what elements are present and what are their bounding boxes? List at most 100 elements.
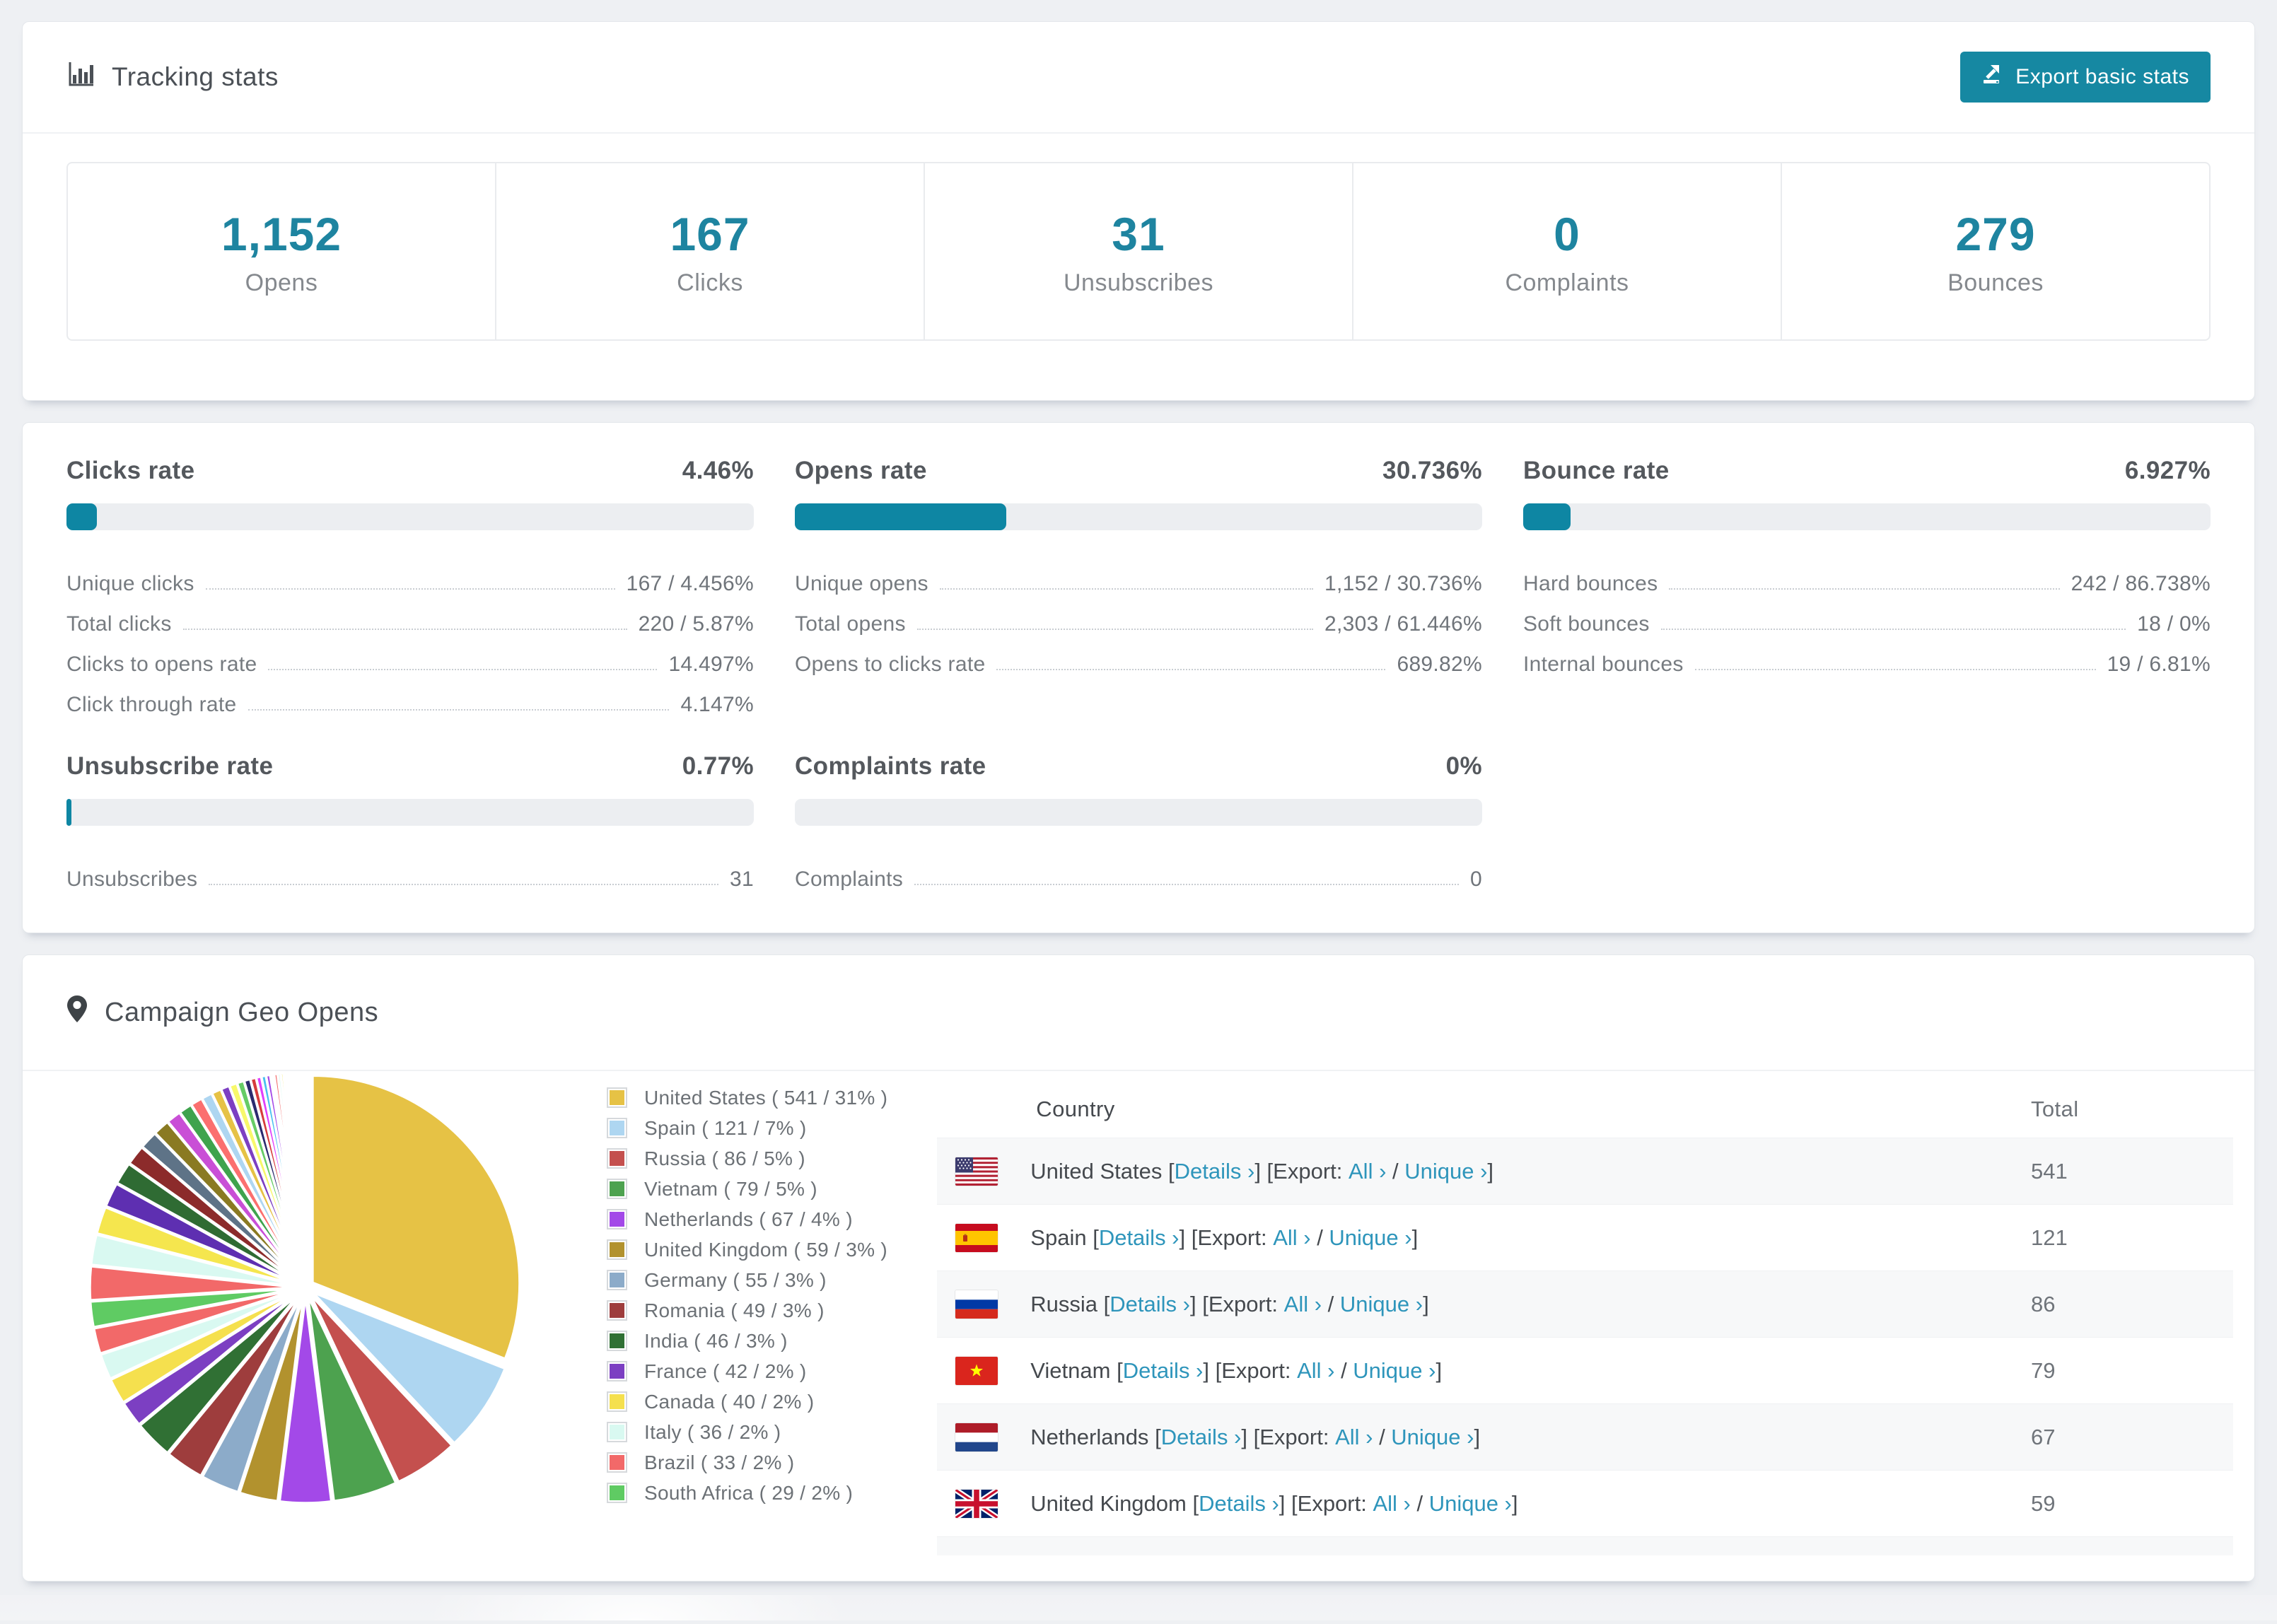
export-all-link[interactable]: All › xyxy=(1284,1292,1322,1317)
legend-swatch xyxy=(607,1391,627,1412)
bracket: ] xyxy=(1423,1291,1429,1316)
dotted-leader xyxy=(914,884,1459,885)
country-name: Russia xyxy=(1030,1291,1104,1316)
export-icon xyxy=(1981,63,2004,91)
legend-label: Russia ( 86 / 5% ) xyxy=(644,1147,805,1169)
details-link[interactable]: Details › xyxy=(1199,1491,1279,1517)
bracket: [ xyxy=(1093,1225,1099,1250)
rate-row-label: Unique clicks xyxy=(66,572,194,595)
rate-row: Soft bounces 18 / 0% xyxy=(1523,596,2211,636)
rate-progress-bar xyxy=(1523,503,2211,530)
geo-pie-chart xyxy=(88,1070,522,1507)
dotted-leader xyxy=(916,629,1313,630)
rate-title-row: Clicks rate 4.46% xyxy=(66,457,754,485)
export-label: Export: xyxy=(1197,1225,1274,1250)
legend-swatch-color xyxy=(610,1273,624,1287)
rate-row-value: 31 xyxy=(730,868,754,891)
export-unique-link[interactable]: Unique › xyxy=(1340,1292,1423,1317)
summary-stat-label: Opens xyxy=(245,269,318,296)
flag-es-icon xyxy=(955,1223,998,1252)
legend-swatch-color xyxy=(610,1303,624,1318)
export-button-label: Export basic stats xyxy=(2015,65,2189,88)
legend-swatch-color xyxy=(610,1455,624,1470)
rate-row: Internal bounces 19 / 6.81% xyxy=(1523,636,2211,677)
dotted-leader xyxy=(939,588,1313,590)
rates-card: Clicks rate 4.46% Unique clicks 167 / 4.456… xyxy=(22,422,2255,933)
legend-swatch xyxy=(607,1179,627,1199)
export-unique-link[interactable]: Unique › xyxy=(1429,1491,1512,1517)
legend-swatch xyxy=(607,1483,627,1503)
geo-table-total-cell: 541 xyxy=(2031,1158,2068,1184)
geo-table-country-cell: Spain [Details ›] [Export: All › / Uniqu… xyxy=(937,1223,2031,1252)
details-link[interactable]: Details › xyxy=(1161,1425,1242,1450)
rate-row: Unsubscribes 31 xyxy=(66,851,754,892)
geo-opens-header: Campaign Geo Opens xyxy=(23,955,2254,1071)
legend-swatch-color xyxy=(610,1212,624,1227)
details-link[interactable]: Details › xyxy=(1123,1358,1204,1384)
legend-swatch xyxy=(607,1209,627,1229)
export-unique-link[interactable]: Unique › xyxy=(1391,1425,1474,1450)
details-link[interactable]: Details › xyxy=(1099,1225,1180,1251)
export-all-link[interactable]: All › xyxy=(1335,1425,1373,1450)
rate-progress-fill xyxy=(795,503,1006,530)
export-all-link[interactable]: All › xyxy=(1297,1358,1334,1384)
tracking-stats-card: Tracking stats Export basic stats 1,152 O… xyxy=(22,21,2255,401)
rate-row-label: Click through rate xyxy=(66,693,237,716)
tracking-stats-title: Tracking stats xyxy=(66,60,279,95)
export-basic-stats-button[interactable]: Export basic stats xyxy=(1960,52,2211,103)
bracket: ] xyxy=(1474,1424,1481,1449)
dotted-leader xyxy=(209,884,719,885)
dotted-leader xyxy=(268,669,658,670)
summary-stat-value: 279 xyxy=(1955,208,2036,260)
legend-item-romania: Romania ( 49 / 3% ) xyxy=(607,1295,887,1326)
export-unique-link[interactable]: Unique › xyxy=(1404,1159,1487,1184)
legend-label: Brazil ( 33 / 2% ) xyxy=(644,1451,795,1473)
rate-title-row: Opens rate 30.736% xyxy=(795,457,1482,485)
rate-row-label: Internal bounces xyxy=(1523,653,1684,676)
rate-row-label: Hard bounces xyxy=(1523,572,1658,595)
legend-swatch-color xyxy=(610,1394,624,1409)
export-unique-link[interactable]: Unique › xyxy=(1329,1225,1411,1251)
legend-swatch xyxy=(607,1118,627,1138)
export-unique-link[interactable]: Unique › xyxy=(1353,1358,1436,1384)
legend-label: Italy ( 36 / 2% ) xyxy=(644,1420,781,1443)
rate-row-label: Unsubscribes xyxy=(66,868,198,891)
bracket: ] [ xyxy=(1241,1424,1260,1449)
legend-swatch xyxy=(607,1331,627,1351)
legend-item-united-kingdom: United Kingdom ( 59 / 3% ) xyxy=(607,1234,887,1265)
geo-opens-card: Campaign Geo Opens United States ( 541 /… xyxy=(22,954,2255,1582)
country-name: United Kingdom xyxy=(1030,1490,1193,1516)
geo-table-row-us: United States [Details ›] [Export: All ›… xyxy=(937,1138,2233,1204)
export-all-link[interactable]: All › xyxy=(1273,1225,1310,1251)
bracket: ] [ xyxy=(1179,1225,1198,1250)
rate-row: Total opens 2,303 / 61.446% xyxy=(795,596,1482,636)
geo-table-row-vn: Vietnam [Details ›] [Export: All › / Uni… xyxy=(937,1337,2233,1403)
slash: / xyxy=(1386,1158,1405,1184)
geo-table-total-cell: 121 xyxy=(2031,1225,2068,1250)
legend-label: India ( 46 / 3% ) xyxy=(644,1329,788,1352)
rate-progress-bar xyxy=(795,799,1482,826)
legend-label: Romania ( 49 / 3% ) xyxy=(644,1299,825,1321)
geo-opens-title: Campaign Geo Opens xyxy=(66,995,378,1030)
details-link[interactable]: Details › xyxy=(1175,1159,1255,1184)
bracket: [ xyxy=(1192,1490,1199,1516)
rate-row-value: 1,152 / 30.736% xyxy=(1324,572,1482,595)
rate-row-label: Total clicks xyxy=(66,612,172,636)
map-pin-icon xyxy=(66,995,88,1030)
geo-pie-svg xyxy=(88,1070,521,1505)
legend-swatch xyxy=(607,1148,627,1169)
details-link[interactable]: Details › xyxy=(1110,1292,1190,1317)
export-label: Export: xyxy=(1208,1291,1284,1316)
rate-value: 6.927% xyxy=(2124,457,2211,484)
rate-row: Unique clicks 167 / 4.456% xyxy=(66,556,754,596)
legend-item-spain: Spain ( 121 / 7% ) xyxy=(607,1113,887,1143)
geo-body: United States ( 541 / 31% ) Spain ( 121 /… xyxy=(23,1070,2254,1581)
summary-stat-value: 0 xyxy=(1554,208,1580,260)
export-all-link[interactable]: All › xyxy=(1349,1159,1386,1184)
rate-progress-bar xyxy=(795,503,1482,530)
rate-title-row: Unsubscribe rate 0.77% xyxy=(66,752,754,781)
page-bottom-background xyxy=(0,1595,2277,1620)
rate-progress-bar xyxy=(66,799,754,826)
rate-row-value: 19 / 6.81% xyxy=(2107,653,2211,676)
export-all-link[interactable]: All › xyxy=(1373,1491,1410,1517)
